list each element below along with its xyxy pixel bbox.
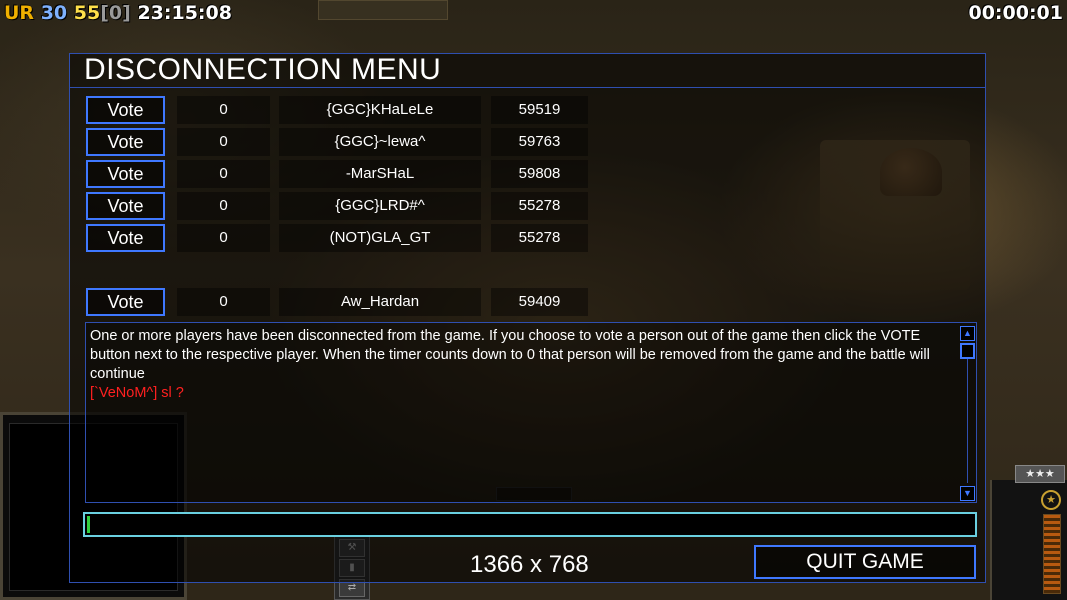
player-name: Aw_Hardan [279,288,481,316]
player-name: (NOT)GLA_GT [279,224,481,252]
star-icon: ★ [1041,490,1061,510]
scroll-thumb[interactable] [960,343,975,359]
disconnection-dialog: DISCONNECTION MENU Vote 0 {GGC}KHaLeLe 5… [69,53,986,583]
vote-button[interactable]: Vote [86,96,165,124]
text-caret [87,516,90,533]
hud-stat-55: 55 [73,2,101,24]
vote-button[interactable]: Vote [86,128,165,156]
player-name: {GGC}LRD#^ [279,192,481,220]
player-name: -MarSHaL [279,160,481,188]
message-log[interactable]: One or more players have been disconnect… [85,322,977,503]
player-ping: 59409 [491,288,588,316]
player-ping: 59763 [491,128,588,156]
map-structure [318,0,448,20]
system-message: One or more players have been disconnect… [90,328,930,382]
quit-game-button[interactable]: QUIT GAME [754,545,976,579]
message-log-text: One or more players have been disconnect… [90,327,956,403]
hud-bracket: [0] [100,2,131,24]
vote-button[interactable]: Vote [86,192,165,220]
hud-stat-30: 30 [40,2,68,24]
game-timer: 00:00:01 [968,2,1063,24]
scroll-track[interactable] [967,343,968,483]
dialog-title: DISCONNECTION MENU [84,53,442,86]
hud-clock: 23:15:08 [137,2,232,24]
vote-count: 0 [177,224,270,252]
scroll-up-arrow-icon[interactable]: ▲ [960,326,975,341]
resolution-overlay: 1366 x 768 [470,551,589,578]
player-name: {GGC}~lewa^ [279,128,481,156]
player-ping: 55278 [491,224,588,252]
vote-count: 0 [177,160,270,188]
player-name: {GGC}KHaLeLe [279,96,481,124]
hud-stats: UR 30 55[0] 23:15:08 [4,2,232,26]
title-divider [70,87,985,88]
player-ping: 55278 [491,192,588,220]
vote-button[interactable]: Vote [86,288,165,316]
vote-button[interactable]: Vote [86,224,165,252]
hud-ur: UR [4,2,35,24]
chat-input[interactable] [83,512,977,537]
vote-count: 0 [177,288,270,316]
power-bar [1043,514,1061,594]
player-ping: 59519 [491,96,588,124]
vote-count: 0 [177,128,270,156]
player-ping: 59808 [491,160,588,188]
rank-badge: ★★★ [1015,465,1065,483]
scroll-down-arrow-icon[interactable]: ▼ [960,486,975,501]
vote-button[interactable]: Vote [86,160,165,188]
vote-count: 0 [177,96,270,124]
chat-message: [`VeNoM^] sl ? [90,385,184,401]
vote-count: 0 [177,192,270,220]
